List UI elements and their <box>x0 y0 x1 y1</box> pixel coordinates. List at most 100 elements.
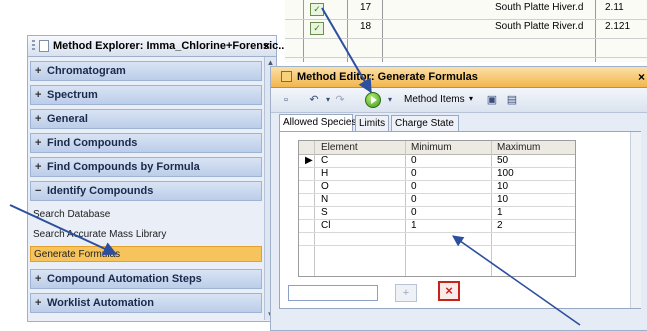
column-header-minimum: Minimum <box>411 142 452 153</box>
section-compound-automation-steps[interactable]: + Compound Automation Steps <box>30 269 262 289</box>
undo-icon[interactable]: ↶ <box>307 93 321 107</box>
allowed-species-grid: Element Minimum Maximum ▶ C 0 50 H 0 100… <box>298 140 576 277</box>
editor-title-bar[interactable]: Method Editor: Generate Formulas × <box>271 67 647 88</box>
table-row-new[interactable] <box>299 233 575 246</box>
report-icon[interactable]: ▤ <box>505 93 519 107</box>
table-row[interactable]: ▶ C 0 50 <box>299 155 575 168</box>
table-row[interactable]: O 0 10 <box>299 181 575 194</box>
row-value: 2.11 <box>605 2 624 13</box>
maximum-cell[interactable]: 1 <box>497 207 503 219</box>
section-label: Chromatogram <box>47 65 126 77</box>
table-row[interactable] <box>285 38 647 58</box>
minimum-cell[interactable]: 0 <box>411 207 417 219</box>
column-header-element: Element <box>321 142 358 153</box>
expand-icon[interactable]: + <box>35 273 41 285</box>
explorer-title-bar[interactable]: Method Explorer: Imma_Chlorine+Forensic.… <box>28 36 284 57</box>
row-checkbox[interactable]: ✓ <box>310 22 324 35</box>
minimum-cell[interactable]: 0 <box>411 194 417 206</box>
background-results-table: ✓ 17 South Platte Hiver.d 2.11 ✓ 18 Sout… <box>285 0 647 62</box>
panel-scrollbar[interactable] <box>630 132 641 308</box>
section-label: Worklist Automation <box>47 297 154 309</box>
section-label: Find Compounds <box>47 137 138 149</box>
sub-item-generate-formulas[interactable]: Generate Formulas <box>30 246 262 262</box>
run-icon[interactable] <box>365 92 381 108</box>
section-spectrum[interactable]: + Spectrum <box>30 85 262 105</box>
tab-charge-state[interactable]: Charge State <box>391 115 459 131</box>
row-number: 17 <box>360 2 372 13</box>
sub-item-label: Search Accurate Mass Library <box>33 229 167 240</box>
expand-icon[interactable]: + <box>35 65 41 77</box>
current-row-icon: ▶ <box>305 155 313 166</box>
section-label: Identify Compounds <box>47 185 154 197</box>
table-row[interactable]: H 0 100 <box>299 168 575 181</box>
section-label: General <box>47 113 88 125</box>
allowed-species-panel: Element Minimum Maximum ▶ C 0 50 H 0 100… <box>279 131 641 309</box>
row-value: 2.121 <box>605 21 631 32</box>
table-row[interactable]: S 0 1 <box>299 207 575 220</box>
tab-limits[interactable]: Limits <box>355 115 389 131</box>
chevron-down-icon[interactable]: ▾ <box>469 94 473 103</box>
method-explorer-panel: Method Explorer: Imma_Chlorine+Forensic.… <box>27 35 284 322</box>
editor-title: Method Editor: Generate Formulas <box>297 71 478 83</box>
row-file-name: South Platte Hiver.d <box>495 2 584 13</box>
section-label: Compound Automation Steps <box>47 273 202 285</box>
element-cell[interactable]: O <box>321 181 329 193</box>
close-icon[interactable]: × <box>638 70 645 84</box>
save-icon[interactable]: ▣ <box>485 93 499 107</box>
method-items-menu[interactable]: Method Items <box>404 94 465 105</box>
section-general[interactable]: + General <box>30 109 262 129</box>
maximum-cell[interactable]: 10 <box>497 181 508 193</box>
window-icon <box>281 71 292 82</box>
window-icon[interactable]: ▫ <box>279 93 293 107</box>
document-icon <box>39 40 49 52</box>
section-label: Find Compounds by Formula <box>47 161 200 173</box>
method-editor-window: Method Editor: Generate Formulas × ▫ ↶ ▾… <box>270 66 647 331</box>
drag-grip-icon[interactable] <box>32 40 35 52</box>
row-number: 18 <box>360 21 372 32</box>
element-input[interactable] <box>288 285 378 301</box>
column-header-maximum: Maximum <box>497 142 541 153</box>
expand-icon[interactable]: + <box>35 161 41 173</box>
table-row[interactable]: ✓ 18 South Platte River.d 2.121 <box>285 19 647 39</box>
close-icon[interactable]: × <box>263 39 270 53</box>
maximum-cell[interactable]: 50 <box>497 155 508 167</box>
expand-icon[interactable]: + <box>35 113 41 125</box>
sub-item-search-accurate-mass-library[interactable]: Search Accurate Mass Library <box>30 227 262 243</box>
delete-element-button[interactable]: × <box>438 281 460 301</box>
add-element-button[interactable]: + <box>395 284 417 302</box>
redo-icon[interactable]: ↷ <box>333 93 347 107</box>
minimum-cell[interactable]: 0 <box>411 155 417 167</box>
element-cell[interactable]: N <box>321 194 328 206</box>
expand-icon[interactable]: + <box>35 89 41 101</box>
section-label: Spectrum <box>47 89 98 101</box>
row-checkbox[interactable]: ✓ <box>310 3 324 16</box>
section-chromatogram[interactable]: + Chromatogram <box>30 61 262 81</box>
section-identify-compounds[interactable]: − Identify Compounds <box>30 181 262 201</box>
sub-item-search-database[interactable]: Search Database <box>30 207 262 223</box>
element-cell[interactable]: H <box>321 168 328 180</box>
section-find-compounds[interactable]: + Find Compounds <box>30 133 262 153</box>
minimum-cell[interactable]: 0 <box>411 181 417 193</box>
minimum-cell[interactable]: 0 <box>411 168 417 180</box>
row-file-name: South Platte River.d <box>495 21 584 32</box>
minimum-cell[interactable]: 1 <box>411 220 417 232</box>
expand-icon[interactable]: + <box>35 297 41 309</box>
section-find-compounds-by-formula[interactable]: + Find Compounds by Formula <box>30 157 262 177</box>
sub-item-label: Search Database <box>33 209 111 220</box>
element-cell[interactable]: C <box>321 155 328 167</box>
section-worklist-automation[interactable]: + Worklist Automation <box>30 293 262 313</box>
table-row[interactable]: Cl 1 2 <box>299 220 575 233</box>
maximum-cell[interactable]: 2 <box>497 220 503 232</box>
element-cell[interactable]: S <box>321 207 328 219</box>
grid-header: Element Minimum Maximum <box>299 141 575 155</box>
collapse-icon[interactable]: − <box>35 185 41 197</box>
element-cell[interactable]: Cl <box>321 220 330 232</box>
sub-item-label: Generate Formulas <box>34 249 121 260</box>
dropdown-icon[interactable]: ▾ <box>383 93 397 107</box>
tab-allowed-species[interactable]: Allowed Species <box>279 114 356 132</box>
table-row[interactable]: ✓ 17 South Platte Hiver.d 2.11 <box>285 0 647 20</box>
maximum-cell[interactable]: 100 <box>497 168 514 180</box>
expand-icon[interactable]: + <box>35 137 41 149</box>
maximum-cell[interactable]: 10 <box>497 194 508 206</box>
table-row[interactable]: N 0 10 <box>299 194 575 207</box>
